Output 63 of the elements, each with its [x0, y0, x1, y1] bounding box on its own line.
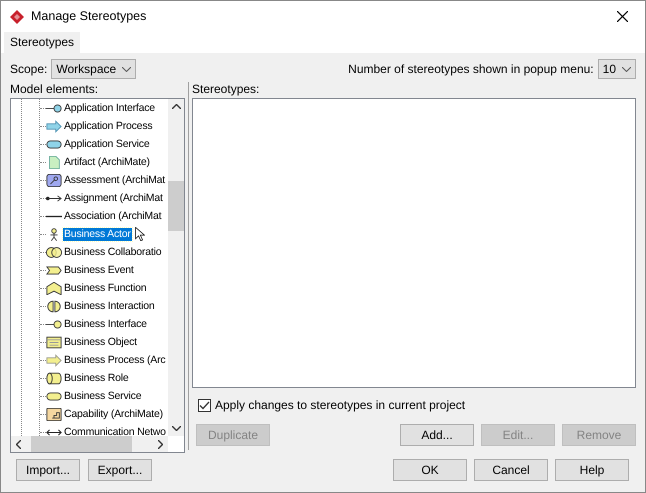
tree-item[interactable]: Communication Netwo: [63, 426, 167, 436]
scroll-down-icon: [172, 426, 180, 432]
scrollbar-thumb[interactable]: [168, 181, 184, 232]
magnifier-icon: [46, 174, 62, 187]
tab[interactable]: Stereotypes: [4, 32, 80, 53]
pill-icon: [46, 138, 62, 151]
chevron-icon: [622, 66, 631, 72]
object-icon: [46, 336, 62, 349]
arrow-icon: [46, 120, 62, 133]
vertical-scrollbar[interactable]: [168, 99, 184, 436]
close-icon: [616, 11, 628, 22]
interface-icon: [46, 318, 62, 331]
interface-icon: [46, 102, 62, 115]
window-title: Manage Stereotypes: [31, 9, 148, 24]
circles-icon: [46, 246, 62, 259]
button[interactable]: Cancel: [474, 459, 548, 482]
scope-label: Scope:: [10, 62, 48, 76]
tree-item[interactable]: Artifact (ArchiMate): [63, 156, 151, 169]
tree-item[interactable]: Business Function: [63, 282, 148, 295]
capability-icon: [46, 408, 62, 421]
document-icon: [46, 156, 62, 169]
horizontal-scrollbar[interactable]: [11, 436, 168, 452]
mouse-cursor-icon: [135, 227, 145, 242]
tree-item[interactable]: Business Interface: [63, 318, 148, 331]
pill-icon: [46, 390, 62, 403]
model-elements-label: Model elements:: [10, 82, 100, 96]
apply-changes-label: Apply changes to stereotypes in current project: [215, 398, 466, 413]
chevron-icon: [122, 66, 132, 72]
stereotypes-label: Stereotypes:: [192, 82, 260, 96]
cylinder-icon: [46, 372, 62, 385]
arrow-icon: [46, 354, 62, 367]
chevron-icon: [46, 282, 62, 295]
tree-item[interactable]: Capability (ArchiMate): [63, 408, 164, 421]
scope-dropdown[interactable]: Workspace: [51, 59, 136, 79]
apply-changes-checkbox[interactable]: [198, 399, 211, 412]
tree-item[interactable]: Application Interface: [63, 102, 156, 115]
split-circle-icon: [46, 300, 62, 313]
button[interactable]: Add...: [400, 424, 474, 446]
tree-item[interactable]: Business Actor: [63, 228, 132, 241]
scroll-left-icon: [16, 440, 21, 449]
button[interactable]: OK: [393, 459, 467, 482]
tree-item[interactable]: Business Service: [63, 390, 142, 403]
button[interactable]: Export...: [88, 459, 152, 482]
tree-item[interactable]: Application Service: [63, 138, 150, 151]
tree-item[interactable]: Application Process: [63, 120, 154, 133]
popup-count-label: Number of stereotypes shown in popup menu:: [348, 62, 594, 76]
tree-item[interactable]: Business Collaboratio: [63, 246, 162, 259]
popup-count-dropdown[interactable]: 10: [598, 59, 636, 79]
button[interactable]: Help: [555, 459, 629, 482]
tree-item[interactable]: Assignment (ArchiMat: [63, 192, 164, 205]
scroll-up-icon: [172, 104, 180, 110]
button[interactable]: Import...: [16, 459, 80, 482]
app-logo-icon: [9, 8, 25, 24]
tree-item[interactable]: Assessment (ArchiMat: [63, 174, 166, 187]
event-icon: [46, 264, 62, 277]
tree-item[interactable]: Business Role: [63, 372, 130, 385]
tree-item[interactable]: Business Process (Arc: [63, 354, 166, 367]
tree-item[interactable]: Business Interaction: [63, 300, 156, 313]
tree-item[interactable]: Business Object: [63, 336, 138, 349]
tree-item[interactable]: Association (ArchiMat: [63, 210, 162, 223]
scroll-right-icon: [158, 440, 163, 449]
scrollbar-thumb[interactable]: [31, 436, 132, 452]
tree-item[interactable]: Business Event: [63, 264, 135, 277]
